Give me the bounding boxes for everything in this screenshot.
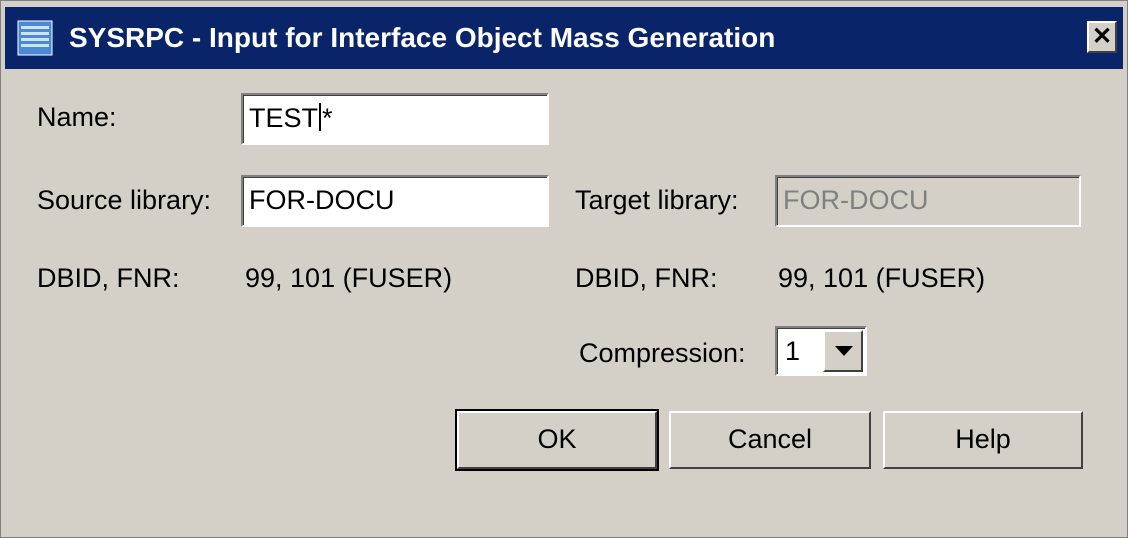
source-dbid-fnr-label: DBID, FNR: bbox=[37, 263, 180, 293]
close-icon: ✕ bbox=[1091, 23, 1113, 50]
name-label: Name: bbox=[37, 102, 117, 132]
cancel-button[interactable]: Cancel bbox=[669, 411, 871, 469]
target-dbid-fnr-label: DBID, FNR: bbox=[575, 263, 718, 293]
source-library-label: Source library: bbox=[37, 185, 212, 215]
target-library-label: Target library: bbox=[575, 185, 739, 215]
dialog-window: SYSRPC - Input for Interface Object Mass… bbox=[0, 0, 1128, 538]
help-button[interactable]: Help bbox=[883, 411, 1083, 469]
chevron-down-icon bbox=[835, 346, 853, 356]
close-button[interactable]: ✕ bbox=[1087, 21, 1117, 53]
window-app-icon bbox=[17, 20, 53, 56]
ok-button[interactable]: OK bbox=[455, 409, 659, 471]
name-input[interactable]: TEST * bbox=[241, 93, 549, 145]
window-title: SYSRPC - Input for Interface Object Mass… bbox=[69, 22, 776, 53]
compression-select[interactable]: 1 bbox=[775, 326, 867, 376]
title-bar[interactable]: SYSRPC - Input for Interface Object Mass… bbox=[5, 7, 1123, 69]
target-library-input: FOR-DOCU bbox=[775, 175, 1081, 227]
name-input-text: TEST bbox=[249, 103, 319, 133]
compression-dropdown-button[interactable] bbox=[823, 330, 863, 372]
source-dbid-fnr-value: 99, 101 (FUSER) bbox=[245, 263, 453, 293]
compression-label: Compression: bbox=[579, 338, 746, 368]
compression-value: 1 bbox=[785, 336, 801, 366]
target-dbid-fnr-value: 99, 101 (FUSER) bbox=[778, 263, 986, 293]
source-library-input[interactable]: FOR-DOCU bbox=[241, 175, 549, 227]
text-caret bbox=[319, 103, 322, 131]
name-input-text-suffix: * bbox=[322, 103, 333, 133]
